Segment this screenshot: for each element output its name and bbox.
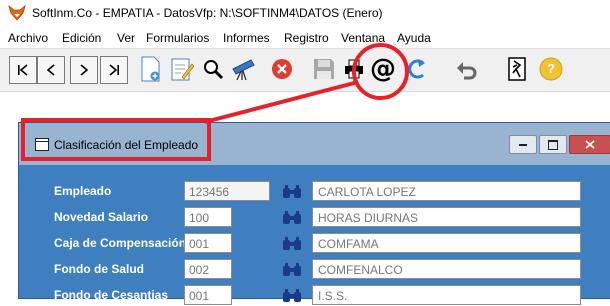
- highlight-circle: [352, 43, 409, 100]
- highlight-connector-line: [204, 80, 359, 124]
